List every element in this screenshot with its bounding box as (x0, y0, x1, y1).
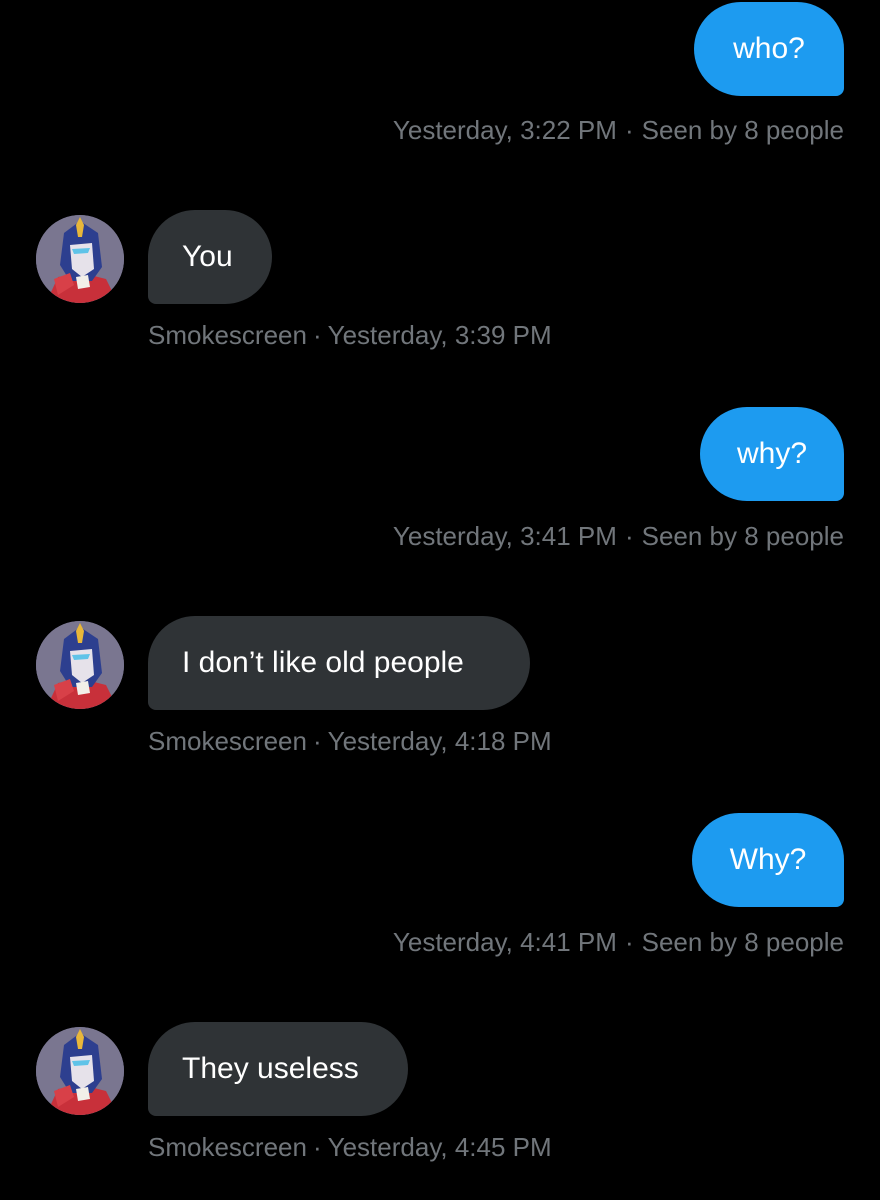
message-text: why? (736, 437, 808, 470)
message-text: Why? (729, 843, 807, 876)
message-meta: Smokescreen · Yesterday, 3:39 PM (148, 320, 552, 350)
seen-status[interactable]: Seen by 8 people (642, 927, 844, 957)
message-text: They useless (182, 1052, 359, 1085)
message-text: I don’t like old people (182, 646, 464, 679)
message-thread: who? Yesterday, 3:22 PM · Seen by 8 people… (0, 0, 880, 1200)
message-time: Yesterday, 3:39 PM (327, 320, 552, 350)
meta-separator: · (312, 1132, 322, 1162)
seen-status[interactable]: Seen by 8 people (642, 115, 844, 145)
sender-avatar[interactable] (36, 1027, 124, 1115)
message-text: You (182, 240, 233, 273)
message-time: Yesterday, 4:41 PM (392, 927, 617, 957)
meta-separator: · (312, 726, 322, 756)
incoming-message-bubble[interactable]: You (148, 210, 272, 304)
message-time: Yesterday, 4:18 PM (327, 726, 552, 756)
incoming-message-bubble[interactable]: They useless (148, 1022, 408, 1116)
outgoing-message-bubble[interactable]: Why? (692, 813, 844, 907)
meta-separator: · (624, 927, 634, 957)
meta-separator: · (312, 320, 322, 350)
outgoing-message-bubble[interactable]: why? (700, 407, 844, 501)
robot-avatar-icon (36, 621, 124, 709)
meta-separator: · (624, 521, 634, 551)
incoming-message-bubble[interactable]: I don’t like old people (148, 616, 530, 710)
sender-name[interactable]: Smokescreen (148, 726, 307, 756)
sender-name[interactable]: Smokescreen (148, 1132, 307, 1162)
seen-status[interactable]: Seen by 8 people (642, 521, 844, 551)
message-meta: Yesterday, 3:22 PM · Seen by 8 people (393, 115, 844, 145)
message-time: Yesterday, 4:45 PM (327, 1132, 552, 1162)
message-time: Yesterday, 3:41 PM (392, 521, 617, 551)
meta-separator: · (624, 115, 634, 145)
robot-avatar-icon (36, 1027, 124, 1115)
message-meta: Smokescreen · Yesterday, 4:18 PM (148, 726, 552, 756)
message-meta: Smokescreen · Yesterday, 4:45 PM (148, 1132, 552, 1162)
message-meta: Yesterday, 4:41 PM · Seen by 8 people (393, 927, 844, 957)
robot-avatar-icon (36, 215, 124, 303)
message-text: who? (733, 32, 805, 65)
message-time: Yesterday, 3:22 PM (392, 115, 617, 145)
sender-avatar[interactable] (36, 215, 124, 303)
message-meta: Yesterday, 3:41 PM · Seen by 8 people (393, 521, 844, 551)
sender-name[interactable]: Smokescreen (148, 320, 307, 350)
sender-avatar[interactable] (36, 621, 124, 709)
outgoing-message-bubble[interactable]: who? (694, 2, 844, 96)
